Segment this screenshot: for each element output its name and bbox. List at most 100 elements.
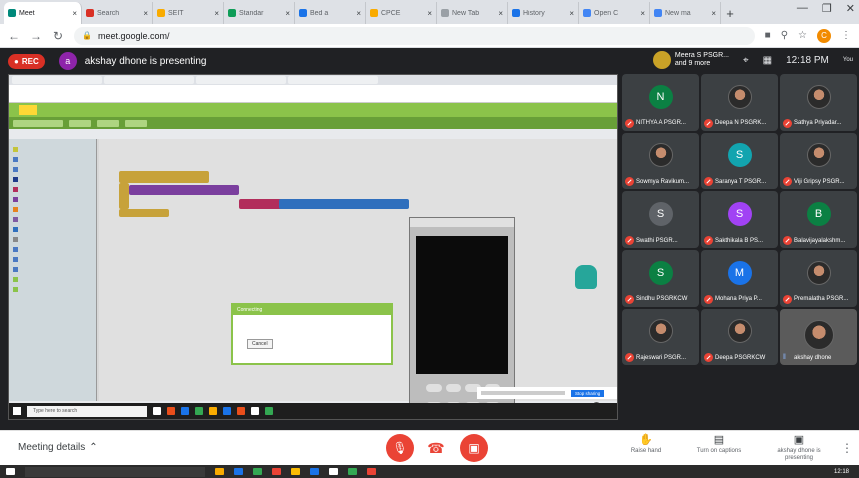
participant-name: Sowmya Ravikum... [636,178,690,185]
tab-close-icon[interactable]: × [569,9,574,18]
star-icon[interactable]: ☆ [798,30,807,41]
emulator-key [445,384,461,392]
taskbar-app-icon[interactable] [310,468,319,475]
participant-tile[interactable]: N NITHYA A PSGR... [622,74,699,131]
participant-tile[interactable]: Sowmya Ravikum... [622,132,699,190]
tab-close-icon[interactable]: × [498,9,503,18]
restore-icon[interactable]: ❐ [822,2,832,15]
tab-close-icon[interactable]: × [285,9,290,18]
participant-tile[interactable]: M Mohana Priya P... [701,250,778,307]
browser-tab[interactable]: New Tab × [437,2,508,24]
participant-name-row: Rajeswari PSGR... [625,353,697,363]
palette-item [13,255,92,263]
browser-tab[interactable]: SEIT × [153,2,224,24]
zoom-icon[interactable]: ⚲ [781,30,788,41]
camera-toggle-button[interactable]: ▣ [460,434,488,462]
participant-tile[interactable]: Deepa N PSGRK... [701,74,778,131]
participant-tile[interactable]: ‖ akshay dhone [780,308,857,366]
grid-icon[interactable]: ▦ [763,55,772,66]
url-input[interactable]: 🔒 meet.google.com/ [74,26,755,45]
menu-icon[interactable]: ⋮ [841,30,851,41]
participant-tile[interactable]: Deepa PSGRKCW [701,308,778,366]
back-icon[interactable]: ← [8,29,20,43]
browser-tab[interactable]: CPCE × [366,2,437,24]
meeting-details-button[interactable]: Meeting details ⌃ [18,442,98,453]
host-chip[interactable]: Meera S PSGR... and 9 more [652,51,729,69]
taskbar-app-icon[interactable] [272,468,281,475]
taskbar-app-icon [209,407,217,415]
taskbar-app-icon[interactable] [291,468,300,475]
participant-name-row: Balavijayalakshm... [783,236,855,245]
participant-name-row: Sakthikala B PS... [704,236,776,245]
participant-name-row: Premalatha PSGR... [783,294,855,304]
more-options-icon[interactable]: ⋮ [841,441,853,455]
browser-tab[interactable]: New ma × [650,2,721,24]
os-search-box[interactable] [25,466,205,477]
taskbar-app-icon[interactable] [367,468,376,475]
participant-tile[interactable]: S Sakthikala B PS... [701,191,778,248]
mic-muted-icon [704,177,713,187]
close-window-icon[interactable]: ✕ [846,2,855,15]
layout-icon[interactable]: ⌖ [743,55,749,66]
participant-tile[interactable]: B Balavijayalakshm... [780,191,857,248]
participant-tile[interactable]: S Swathi PSGR... [622,191,699,248]
mic-toggle-button[interactable]: 🎙 [386,434,414,462]
participant-name: NITHYA A PSGR... [636,120,686,127]
camera-icon[interactable]: ■ [765,30,771,41]
meet-stage: ● REC a akshay dhone is presenting Meera… [0,48,859,430]
captions-button[interactable]: ▤ Turn on captions [694,434,744,455]
participant-grid: N NITHYA A PSGR... Deepa N PSGRK... Sathya … [622,74,859,424]
os-clock: 12:18 [833,468,849,475]
windows-start-icon[interactable] [6,468,15,475]
presenting-label: akshay dhone is presenting [777,448,821,461]
taskbar-app-icon[interactable] [234,468,243,475]
presenting-button[interactable]: ▣ akshay dhone is presenting [770,434,828,462]
dialog-title: Connecting [233,305,391,315]
tab-close-icon[interactable]: × [143,9,148,18]
browser-tab[interactable]: Standar × [224,2,295,24]
tab-close-icon[interactable]: × [72,9,77,18]
shared-windows-taskbar: Type here to search [9,403,617,419]
browser-tab[interactable]: Meet × [4,2,82,24]
tab-favicon-icon [654,9,662,17]
hang-up-button[interactable]: ☎ [424,440,448,456]
participant-tile[interactable]: Sathya Priyadar... [780,74,857,131]
tab-close-icon[interactable]: × [711,9,716,18]
browser-tab[interactable]: Bed a × [295,2,366,24]
minimize-icon[interactable]: — [797,2,808,15]
tab-close-icon[interactable]: × [427,9,432,18]
value-block [279,199,409,209]
browser-tab[interactable]: History × [508,2,579,24]
windows-start-icon [13,407,21,415]
new-tab-button[interactable]: + [721,2,739,24]
participant-tile[interactable]: S Saranya T PSGR... [701,132,778,190]
taskbar-app-icon[interactable] [215,468,224,475]
palette-item [13,265,92,273]
participant-name: Premalatha PSGR... [794,296,849,303]
shared-tab [196,76,286,84]
browser-tab[interactable]: Open C × [579,2,650,24]
raise-hand-button[interactable]: ✋ Raise hand [624,434,668,455]
participant-tile[interactable]: S Sindhu PSGRKCW [622,250,699,307]
profile-avatar[interactable]: C [817,28,831,43]
forward-icon[interactable]: → [30,29,42,43]
tab-close-icon[interactable]: × [214,9,219,18]
browser-tab[interactable]: Search × [82,2,153,24]
participant-tile[interactable]: Rajeswari PSGR... [622,308,699,366]
tab-close-icon[interactable]: × [356,9,361,18]
participant-tile[interactable]: Premalatha PSGR... [780,250,857,307]
participant-tile[interactable]: Viji Gripsy PSGR... [780,132,857,190]
host-text: Meera S PSGR... and 9 more [675,52,729,68]
reload-icon[interactable]: ↻ [52,29,64,43]
tab-close-icon[interactable]: × [640,9,645,18]
url-text: meet.google.com/ [97,30,170,41]
tab-favicon-icon [583,9,591,17]
tab-label: CPCE [381,9,401,17]
taskbar-app-icon[interactable] [253,468,262,475]
participant-avatar [806,260,831,285]
tab-label: Search [97,9,120,17]
taskbar-app-icon[interactable] [348,468,357,475]
participant-name: Sathya Priyadar... [794,120,842,127]
taskbar-app-icon[interactable] [329,468,338,475]
palette-item [13,195,92,203]
